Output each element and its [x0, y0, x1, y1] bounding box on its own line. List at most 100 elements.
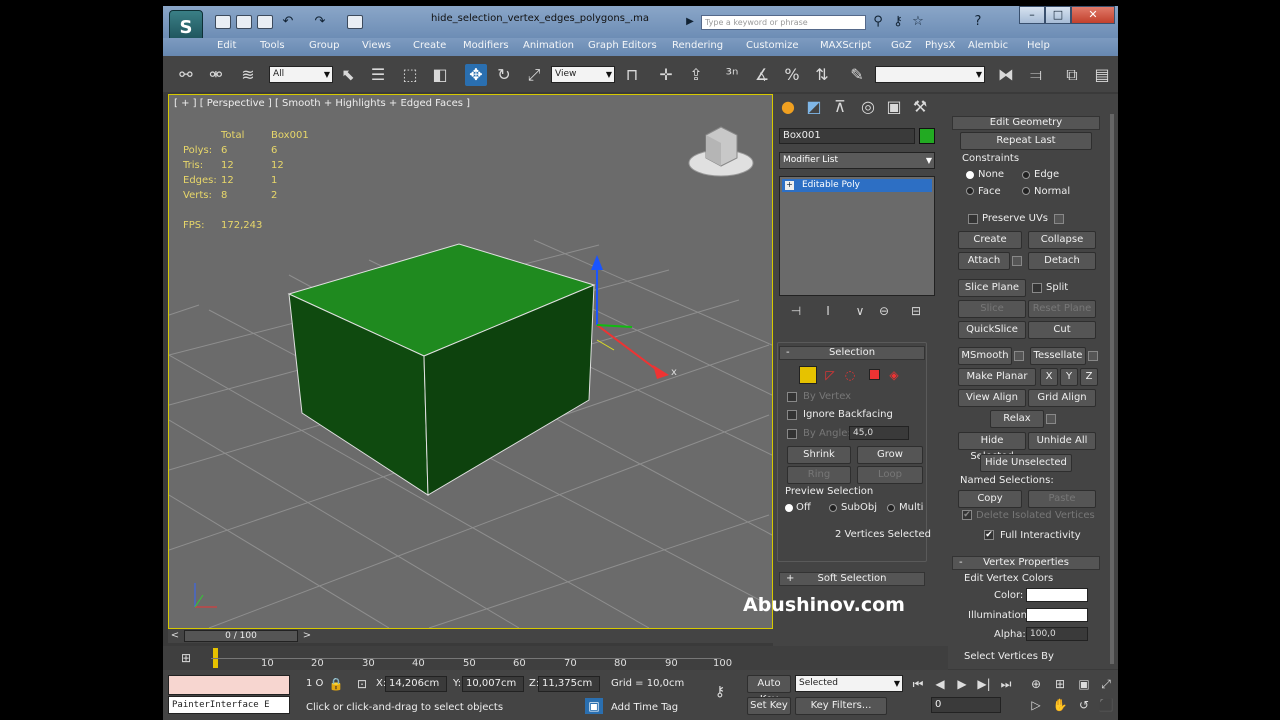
create-button[interactable]: Create [958, 231, 1022, 249]
split-checkbox[interactable] [1032, 283, 1042, 293]
planar-z-button[interactable]: Z [1080, 368, 1098, 386]
menu-rendering[interactable]: Rendering [672, 40, 723, 51]
window-crossing-icon[interactable]: ◧ [429, 64, 451, 86]
menu-modifiers[interactable]: Modifiers [463, 40, 509, 51]
key-icon[interactable]: ⚷ [889, 14, 907, 30]
add-time-tag-button[interactable]: Add Time Tag [611, 702, 678, 713]
absolute-mode-icon[interactable]: ⊡ [353, 676, 371, 692]
menu-alembic[interactable]: Alembic [968, 40, 1008, 51]
hide-unselected-button[interactable]: Hide Unselected [980, 454, 1072, 472]
by-angle-checkbox[interactable] [787, 429, 797, 439]
pivot-center-icon[interactable]: ⊓ [621, 64, 643, 86]
expand-plus-icon[interactable]: + [785, 181, 794, 190]
unlink-icon[interactable]: ⚮ [205, 64, 227, 86]
grid-align-button[interactable]: Grid Align [1028, 389, 1096, 407]
ring-button[interactable]: Ring [787, 466, 851, 484]
set-key-button[interactable]: Set Key [747, 697, 791, 715]
snaps-toggle-icon[interactable]: ³ⁿ [721, 64, 743, 86]
select-and-scale-icon[interactable]: ⤢ [523, 64, 545, 86]
edit-geometry-header[interactable]: Edit Geometry [952, 116, 1100, 130]
panel-scrollbar[interactable] [1110, 114, 1114, 664]
scene-explorer-icon[interactable]: ▤ [1091, 64, 1113, 86]
named-selection-sets-dropdown[interactable]: ▼ [875, 66, 985, 83]
track-bar[interactable]: ⊞ 10 20 30 40 50 60 70 80 90 100 [163, 646, 948, 670]
border-mode-icon[interactable]: ◌ [839, 364, 861, 386]
reset-plane-button[interactable]: Reset Plane [1028, 300, 1096, 318]
time-slider-thumb[interactable]: 0 / 100 [184, 630, 298, 642]
tessellate-button[interactable]: Tessellate [1030, 347, 1086, 365]
slice-plane-button[interactable]: Slice Plane [958, 279, 1026, 297]
lock-icon[interactable]: 🔒 [327, 676, 345, 692]
menu-views[interactable]: Views [362, 40, 391, 51]
relax-button[interactable]: Relax [990, 410, 1044, 428]
menu-edit[interactable]: Edit [217, 40, 236, 51]
menu-help[interactable]: Help [1027, 40, 1050, 51]
shrink-button[interactable]: Shrink [787, 446, 851, 464]
zoom-extents-icon[interactable]: ▣ [1075, 676, 1093, 692]
menu-physx[interactable]: PhysX [925, 40, 955, 51]
pin-stack-icon[interactable]: ⊣ [785, 300, 807, 322]
collapse-button[interactable]: Collapse [1028, 231, 1096, 249]
spinner-snap-icon[interactable]: ⇅ [811, 64, 833, 86]
menu-goz[interactable]: GoZ [891, 40, 912, 51]
by-vertex-checkbox[interactable] [787, 392, 797, 402]
preview-off-radio[interactable] [785, 504, 793, 512]
remove-modifier-icon[interactable]: ⊖ [873, 300, 895, 322]
menu-graph-editors[interactable]: Graph Editors [588, 40, 657, 51]
star-icon[interactable]: ☆ [909, 14, 927, 30]
unhide-all-button[interactable]: Unhide All [1028, 432, 1096, 450]
align-icon[interactable]: ⫤ [1025, 64, 1047, 86]
current-frame-field[interactable]: 0 [931, 697, 1001, 713]
motion-tab-icon[interactable]: ◎ [857, 96, 879, 118]
curve-editor-icon[interactable]: ⊞ [177, 650, 195, 666]
time-tag-icon[interactable]: ▣ [585, 698, 603, 714]
x-coord-field[interactable]: 14,206cm [385, 676, 447, 692]
percent-snap-icon[interactable]: % [781, 64, 803, 86]
close-button[interactable]: ✕ [1071, 6, 1115, 24]
go-to-end-icon[interactable]: ⏭ [997, 676, 1015, 692]
orbit-icon[interactable]: ↺ [1075, 697, 1093, 713]
menu-maxscript[interactable]: MAXScript [820, 40, 871, 51]
display-tab-icon[interactable]: ▣ [883, 96, 905, 118]
illumination-swatch[interactable] [1026, 608, 1088, 622]
reference-coordinate-dropdown[interactable]: View ▼ [551, 66, 615, 83]
element-mode-icon[interactable]: ◈ [883, 364, 905, 386]
make-unique-icon[interactable]: ∨ [849, 300, 871, 322]
bind-spacewarp-icon[interactable]: ≋ [237, 64, 259, 86]
mirror-icon[interactable]: ⧓ [995, 64, 1017, 86]
menu-customize[interactable]: Customize [746, 40, 799, 51]
slice-button[interactable]: Slice [958, 300, 1026, 318]
time-slider[interactable]: < 0 / 100 > [168, 629, 773, 643]
constraint-none-radio[interactable] [966, 171, 974, 179]
selection-filter-dropdown[interactable]: All ▼ [269, 66, 333, 83]
cut-button[interactable]: Cut [1028, 321, 1096, 339]
stack-item-editable-poly[interactable]: Editable Poly [782, 179, 932, 192]
rectangular-selection-icon[interactable]: ⬚ [399, 64, 421, 86]
select-by-name-icon[interactable]: ☰ [367, 64, 389, 86]
ignore-backfacing-checkbox[interactable] [787, 410, 797, 420]
viewcube[interactable] [688, 126, 754, 177]
planar-y-button[interactable]: Y [1060, 368, 1078, 386]
object-name-field[interactable]: Box001 [779, 128, 915, 144]
layer-manager-icon[interactable]: ⧉ [1061, 64, 1083, 86]
undo-icon[interactable]: ↶ [279, 14, 297, 30]
constraint-edge-radio[interactable] [1022, 171, 1030, 179]
select-and-rotate-icon[interactable]: ↻ [493, 64, 515, 86]
quickslice-button[interactable]: QuickSlice [958, 321, 1026, 339]
previous-frame-icon[interactable]: ◀ [931, 676, 949, 692]
attach-list-icon[interactable] [1012, 256, 1022, 266]
set-key-icon[interactable]: ⚷ [711, 684, 729, 700]
copy-button[interactable]: Copy [958, 490, 1022, 508]
vertex-mode-icon[interactable] [799, 366, 817, 384]
select-and-move-icon[interactable]: ✥ [465, 64, 487, 86]
preserve-uvs-checkbox[interactable] [968, 214, 978, 224]
maxscript-listener-pink[interactable] [168, 675, 290, 695]
preserve-uvs-settings-icon[interactable] [1054, 214, 1064, 224]
modify-tab-icon[interactable]: ◩ [803, 96, 825, 118]
full-interactivity-checkbox[interactable]: ✔ [984, 530, 994, 540]
key-mode-dropdown[interactable]: Selected ▼ [795, 675, 903, 692]
prev-frame-arrow-icon[interactable]: < [168, 629, 182, 643]
save-icon[interactable] [257, 15, 273, 29]
zoom-extents-all-icon[interactable]: ⤢ [1097, 676, 1115, 692]
tessellate-settings-icon[interactable] [1088, 351, 1098, 361]
